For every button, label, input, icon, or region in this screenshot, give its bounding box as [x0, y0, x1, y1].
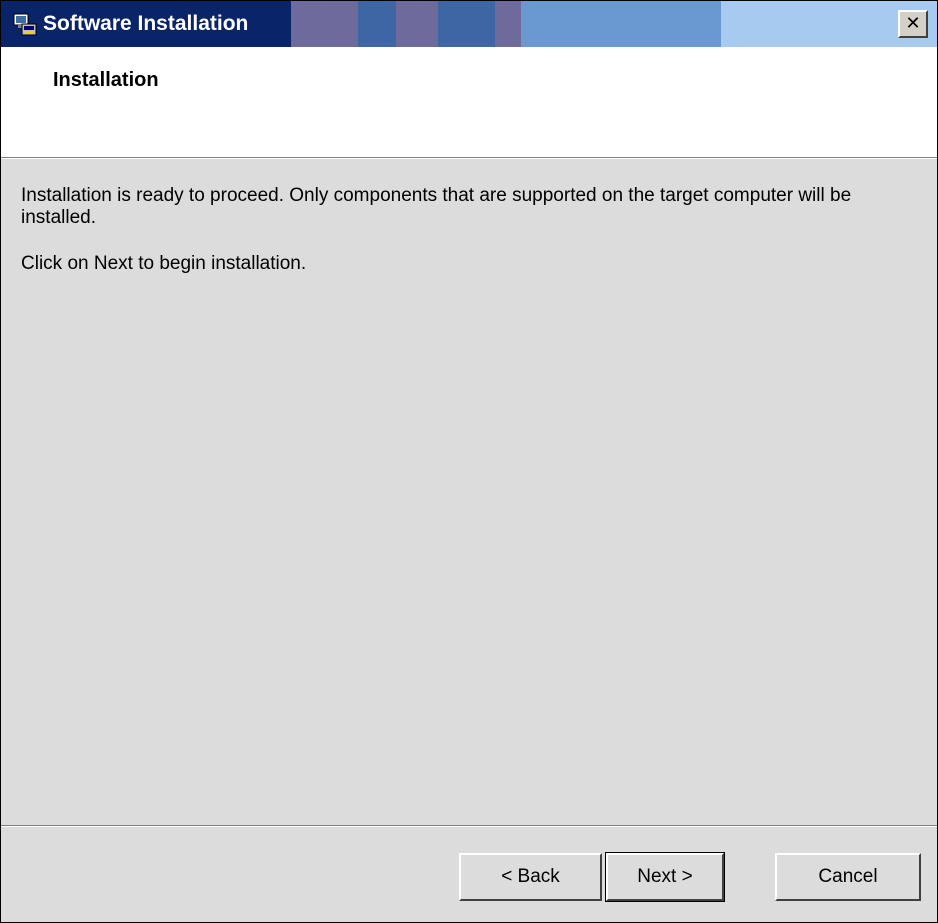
installer-window: Software Installation ✕ Installation Ins… [0, 0, 938, 923]
title-bar-band [358, 1, 396, 47]
ready-message: Installation is ready to proceed. Only c… [21, 185, 852, 228]
title-bar-band [495, 1, 521, 47]
window-title: Software Installation [43, 12, 249, 35]
close-icon: ✕ [905, 13, 921, 34]
back-button[interactable]: < Back [459, 853, 602, 901]
wizard-content: Installation is ready to proceed. Only c… [21, 185, 921, 299]
page-title: Installation [53, 69, 159, 91]
close-button[interactable]: ✕ [898, 10, 928, 38]
cancel-button[interactable]: Cancel [775, 853, 921, 901]
title-bar-band [396, 1, 438, 47]
footer-divider [1, 825, 937, 827]
header-divider [1, 157, 937, 159]
wizard-header: Installation [1, 47, 937, 157]
next-button[interactable]: Next > [605, 852, 725, 902]
next-instruction: Click on Next to begin installation. [21, 253, 307, 274]
title-bar[interactable]: Software Installation ✕ [1, 1, 937, 47]
title-bar-band [521, 1, 721, 47]
title-bar-band [291, 1, 358, 47]
title-bar-band [438, 1, 495, 47]
installer-icon [13, 13, 37, 36]
title-bar-band [721, 1, 881, 47]
